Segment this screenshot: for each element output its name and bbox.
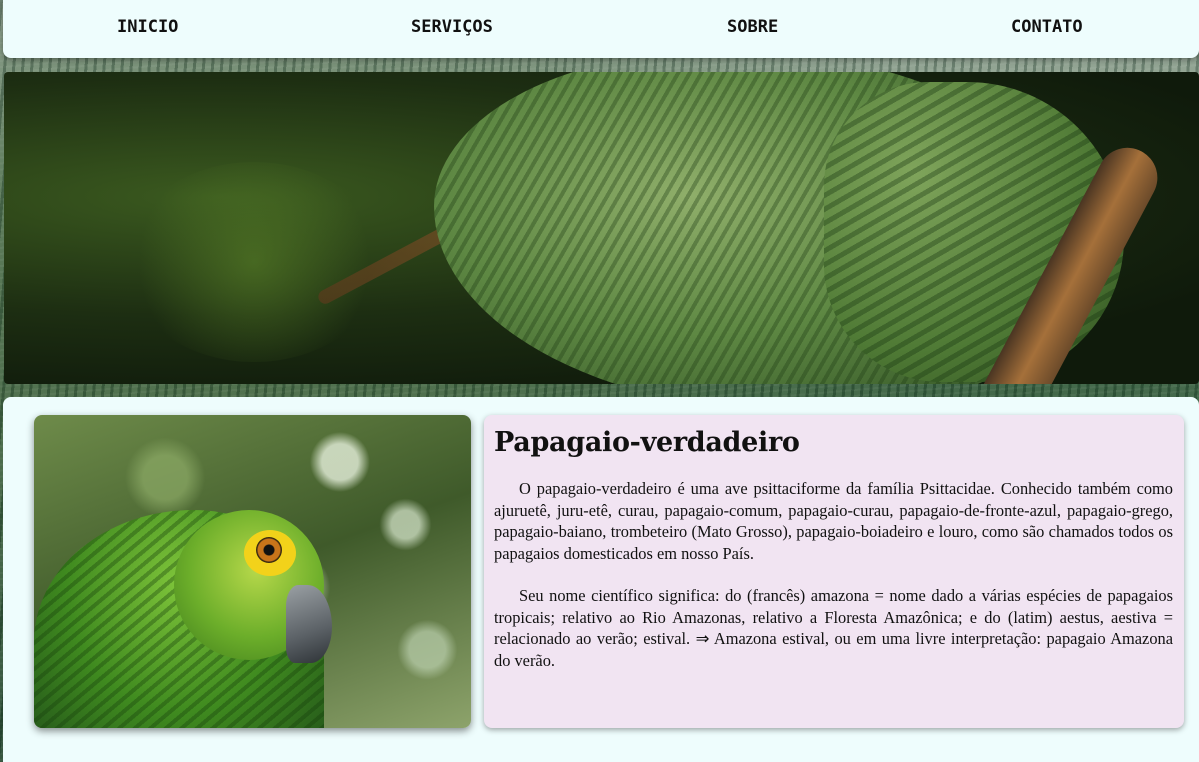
nav-link-servicos[interactable]: SERVIÇOS	[411, 17, 493, 37]
article-paragraph: O papagaio-verdadeiro é uma ave psittaci…	[494, 479, 1173, 563]
hero-banner-image	[4, 72, 1199, 384]
article-paragraph: Seu nome científico significa: do (franc…	[494, 586, 1173, 670]
parrot-photo	[34, 415, 471, 728]
article-title: Papagaio-verdadeiro	[494, 427, 800, 458]
top-navigation: INICIO SERVIÇOS SOBRE CONTATO	[3, 0, 1199, 58]
nav-link-sobre[interactable]: SOBRE	[727, 17, 778, 37]
nav-link-inicio[interactable]: INICIO	[117, 17, 178, 37]
nav-link-contato[interactable]: CONTATO	[1011, 17, 1083, 37]
article-card: Papagaio-verdadeiro O papagaio-verdadeir…	[484, 415, 1184, 728]
main-content: Papagaio-verdadeiro O papagaio-verdadeir…	[3, 397, 1199, 762]
